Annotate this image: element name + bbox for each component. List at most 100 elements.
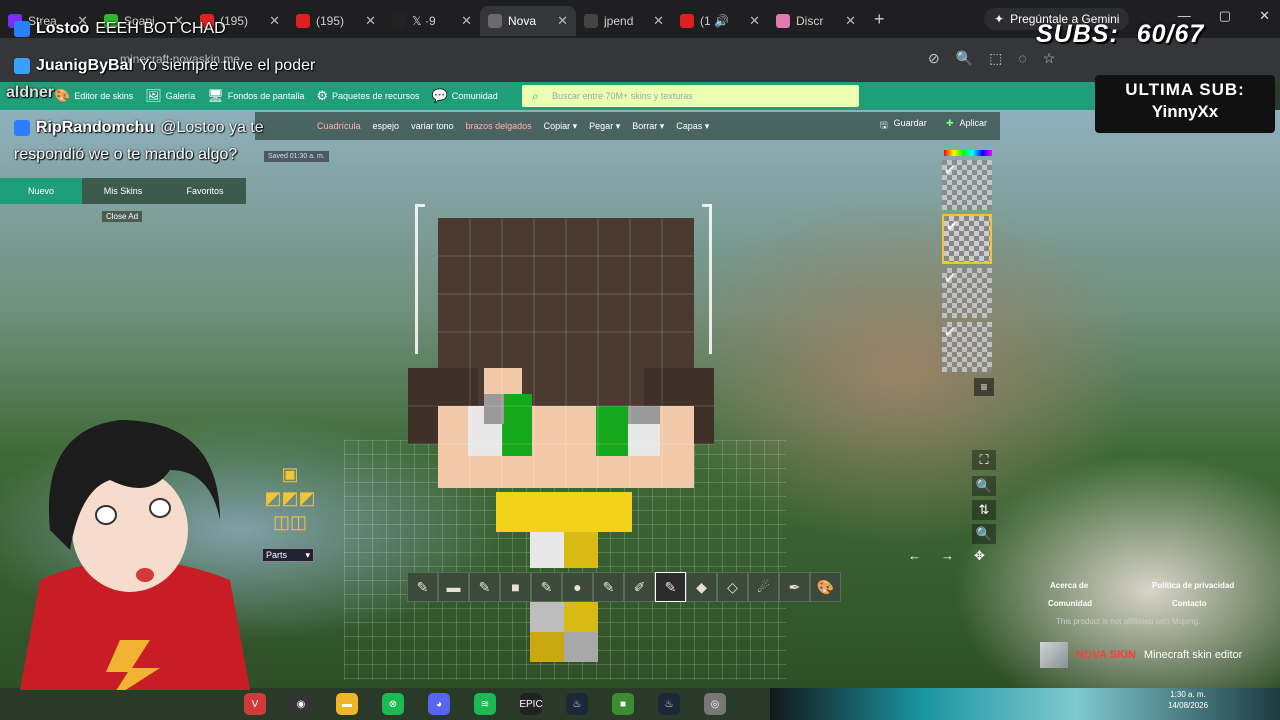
fullscreen-icon[interactable]: ⛶: [972, 450, 996, 470]
edit-tool-7[interactable]: Capas ▾: [676, 121, 709, 132]
save-label: Guardar: [893, 118, 927, 128]
browser-tab[interactable]: Nova ✕: [480, 6, 576, 36]
checkbox-icon[interactable]: ✔: [946, 218, 958, 235]
obs-icon[interactable]: ◉: [290, 693, 312, 715]
pencil-tool-icon[interactable]: ✎: [407, 572, 438, 602]
tab-close-icon[interactable]: ✕: [845, 13, 856, 29]
palette-tool-icon[interactable]: 🎨: [810, 572, 841, 602]
eraser-tool-icon[interactable]: ◇: [717, 572, 748, 602]
layer-4[interactable]: ✔: [942, 322, 992, 372]
edit-tool-6[interactable]: Borrar ▾: [632, 121, 664, 132]
close-window-button[interactable]: ✕: [1259, 8, 1270, 24]
swap-icon[interactable]: ⇅: [972, 500, 996, 520]
edit-tool-2[interactable]: variar tono: [411, 121, 454, 131]
xbox-icon[interactable]: ⊗: [382, 693, 404, 715]
nav-item-4[interactable]: 💬 Comunidad: [432, 88, 498, 104]
block-tool-icon[interactable]: ■: [500, 572, 531, 602]
chat-badge-icon: [14, 21, 30, 37]
community-icon: 💬: [431, 88, 448, 103]
privacy-link[interactable]: Política de privacidad: [1152, 581, 1234, 590]
tab-close-icon[interactable]: ✕: [365, 13, 376, 29]
fill-tool-icon[interactable]: ◆: [686, 572, 717, 602]
browser-tab[interactable]: jpend ✕: [576, 6, 672, 36]
tab-favoritos[interactable]: Favoritos: [164, 178, 246, 204]
checkbox-icon[interactable]: ✔: [944, 270, 956, 287]
new-tab-button[interactable]: +: [874, 9, 885, 30]
nav-item-3[interactable]: ⚙ Paquetes de recursos: [316, 88, 419, 104]
folder-icon[interactable]: ▬: [336, 693, 358, 715]
maximize-button[interactable]: ▢: [1219, 8, 1231, 24]
browser-tab[interactable]: (1 🔊 ✕: [672, 6, 768, 36]
community-link[interactable]: Comunidad: [1048, 599, 1092, 608]
tab-nuevo[interactable]: Nuevo: [0, 178, 82, 204]
pencil-tool-5-icon[interactable]: ✎: [655, 572, 686, 602]
pencil-tool-4-icon[interactable]: ✎: [593, 572, 624, 602]
eyedropper-tool-icon[interactable]: ✒: [779, 572, 810, 602]
steam-icon-2[interactable]: ♨: [658, 693, 680, 715]
pencil-tool-3-icon[interactable]: ✎: [531, 572, 562, 602]
epic-games-icon[interactable]: EPIC: [519, 693, 543, 715]
browser-tab[interactable]: 𝕏 ·9 ✕: [384, 6, 480, 36]
tab-close-icon[interactable]: ✕: [653, 13, 664, 29]
stamp-tool-icon[interactable]: ▬: [438, 572, 469, 602]
close-ad-button[interactable]: Close Ad: [102, 211, 143, 222]
minecraft-icon[interactable]: ■: [612, 693, 634, 715]
tab-mis-skins[interactable]: Mis Skins: [82, 178, 164, 204]
tab-favicon-icon: [584, 14, 598, 28]
leg-grey-2: [564, 632, 598, 662]
nav-item-1[interactable]: 🖼 Galería: [145, 88, 195, 104]
nova-skin-logo[interactable]: NOVA SKIN Minecraft skin editor: [1040, 642, 1242, 668]
zoom-icon[interactable]: 🔍: [956, 50, 973, 67]
tab-close-icon[interactable]: ✕: [749, 13, 760, 29]
about-link[interactable]: Acerca de: [1050, 581, 1088, 590]
minecraft-skin-model[interactable]: [406, 216, 716, 686]
checkbox-icon[interactable]: ✔: [944, 324, 956, 341]
browser-tab[interactable]: Discr ✕: [768, 6, 864, 36]
smudge-tool-icon[interactable]: ☄: [748, 572, 779, 602]
tab-close-icon[interactable]: ✕: [269, 13, 280, 29]
zoom-out-icon[interactable]: 🔍: [972, 524, 996, 544]
spotify-icon[interactable]: ≋: [474, 693, 496, 715]
circle-tool-icon[interactable]: ●: [562, 572, 593, 602]
browser-tab[interactable]: (195) ✕: [288, 6, 384, 36]
layers-menu-icon[interactable]: ≡: [974, 378, 994, 396]
layer-2[interactable]: ✔: [942, 214, 992, 264]
arrow-left-icon[interactable]: ←: [908, 548, 921, 564]
arrow-right-icon[interactable]: →: [941, 548, 954, 564]
tab-close-icon[interactable]: ✕: [557, 13, 568, 29]
layer-3[interactable]: ✔: [942, 268, 992, 318]
avatar-eye-right: [149, 498, 171, 518]
discord-icon[interactable]: ◕: [428, 693, 450, 715]
skin-search-input[interactable]: ⌕ Buscar entre 70M+ skins y texturas: [522, 85, 859, 107]
save-button[interactable]: 🖫 Guardar: [880, 118, 927, 134]
nav-item-0[interactable]: 🎨 Editor de skins: [54, 88, 133, 104]
edit-tool-1[interactable]: espejo: [373, 121, 400, 131]
edit-tool-4[interactable]: Copiar ▾: [544, 121, 578, 132]
edit-tool-5[interactable]: Pegar ▾: [589, 121, 620, 132]
taskbar-clock[interactable]: 1:30 a. m. 14/08/2026: [1168, 689, 1208, 711]
nav-item-2[interactable]: 🖥 Fondos de pantalla: [207, 88, 304, 104]
apply-button[interactable]: ✚ Aplicar: [946, 118, 987, 129]
parts-select[interactable]: Parts ▾: [262, 548, 314, 562]
contact-link[interactable]: Contacto: [1172, 599, 1207, 608]
edit-tool-3[interactable]: brazos delgados: [466, 121, 532, 131]
pencil-tool-2-icon[interactable]: ✎: [469, 572, 500, 602]
tab-close-icon[interactable]: ✕: [461, 13, 472, 29]
last-sub-name: YinnyXx: [1151, 102, 1219, 121]
layer-1[interactable]: ✔: [942, 160, 992, 210]
checkbox-icon[interactable]: ✔: [944, 162, 956, 179]
install-icon[interactable]: ⬚: [989, 50, 1002, 67]
chrome-icon[interactable]: ◎: [704, 693, 726, 715]
color-bar[interactable]: [944, 150, 992, 156]
steam-icon[interactable]: ♨: [566, 693, 588, 715]
zoom-in-icon[interactable]: 🔍: [972, 476, 996, 496]
no-screenshot-icon[interactable]: ⊘: [928, 50, 940, 67]
edit-tool-0[interactable]: Cuadrícula: [317, 121, 361, 131]
brush-tool-icon[interactable]: ✐: [624, 572, 655, 602]
star-icon[interactable]: ☆: [1043, 50, 1056, 67]
valorant-icon[interactable]: V: [244, 693, 266, 715]
clock-date: 14/08/2026: [1168, 701, 1209, 710]
body-parts-icon[interactable]: ▣ ◩◩◩ ◫◫: [264, 462, 316, 536]
eye-off-icon[interactable]: ◌: [1018, 50, 1026, 67]
move-icon[interactable]: ✥: [974, 548, 985, 564]
